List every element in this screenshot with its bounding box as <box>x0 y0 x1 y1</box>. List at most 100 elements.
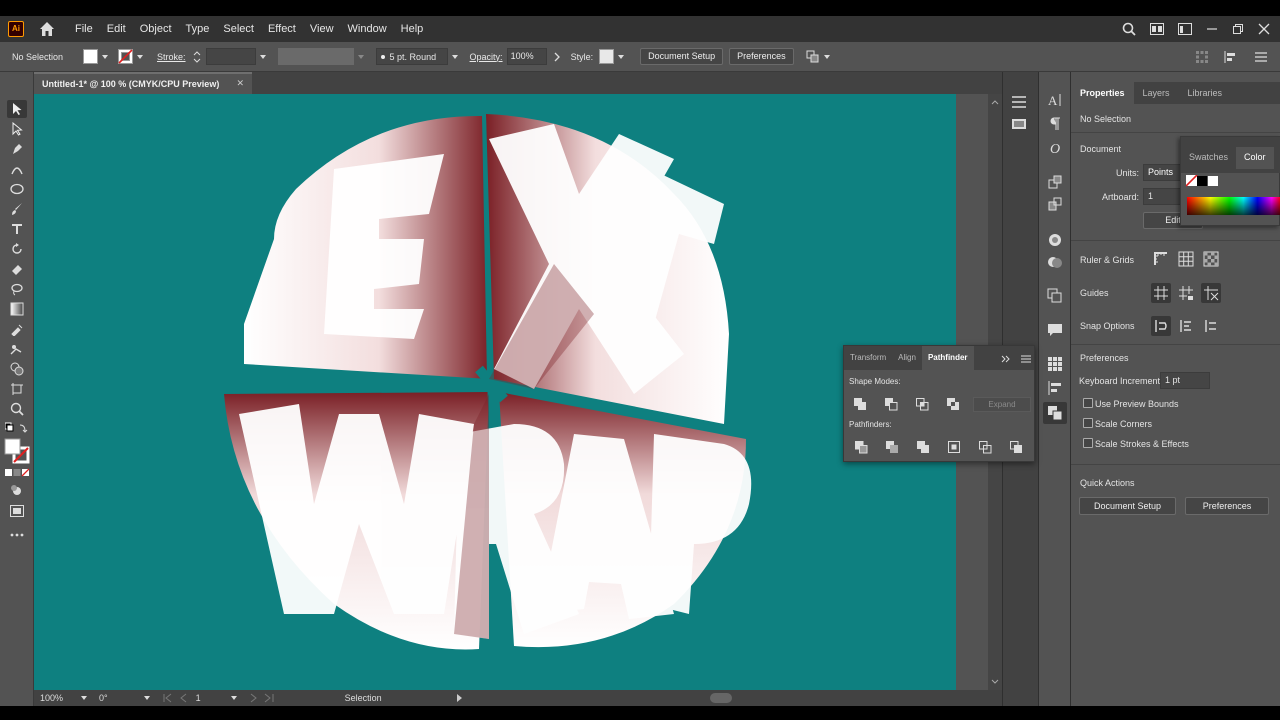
quick-preferences-button[interactable]: Preferences <box>1185 497 1269 515</box>
rotation-dropdown-icon[interactable] <box>143 696 150 700</box>
style-dropdown-icon[interactable] <box>618 54 625 59</box>
units-select[interactable]: Points <box>1143 164 1181 181</box>
graphic-styles-panel-icon[interactable] <box>1047 254 1063 270</box>
document-tab[interactable]: Untitled-1* @ 100 % (CMYK/CPU Preview) ✕ <box>34 72 252 94</box>
grid-panel-icon[interactable] <box>1047 356 1063 372</box>
show-guides-button[interactable] <box>1151 283 1171 303</box>
smart-guides-button[interactable] <box>1201 283 1221 303</box>
expand-button[interactable]: Expand <box>973 397 1031 412</box>
character-panel-icon[interactable]: A <box>1047 92 1063 108</box>
stroke-dropdown-icon[interactable] <box>137 54 144 59</box>
snap-to-point-button[interactable] <box>1151 316 1171 336</box>
curvature-tool[interactable] <box>7 160 27 178</box>
stroke-weight-dropdown-icon[interactable] <box>259 54 266 59</box>
status-arrow-icon[interactable] <box>456 694 464 702</box>
brush-definition[interactable]: 5 pt. Round <box>375 48 448 65</box>
grid-icon[interactable] <box>1178 251 1194 267</box>
fill-swatch[interactable] <box>83 49 99 64</box>
artboard-select[interactable]: 1 <box>1143 188 1181 205</box>
zoom-level[interactable]: 100% <box>40 693 63 703</box>
opentype-panel-icon[interactable]: O <box>1047 140 1063 156</box>
color-mode-buttons[interactable] <box>5 468 30 478</box>
snap-to-pixel-icon[interactable] <box>1178 318 1194 334</box>
restore-icon[interactable] <box>1232 23 1244 35</box>
stroke-none-swatch[interactable] <box>118 49 134 64</box>
panel-menu-lines-icon[interactable] <box>1011 94 1027 110</box>
default-colors-swap[interactable] <box>4 422 29 434</box>
shape-builder-tool[interactable] <box>7 360 27 378</box>
artboard-canvas[interactable] <box>34 94 956 690</box>
links-panel-icon[interactable] <box>1047 196 1063 212</box>
align-panel-icon[interactable] <box>1047 380 1063 396</box>
edit-toolbar-button[interactable] <box>7 526 27 544</box>
transparency-grid-icon[interactable] <box>1203 251 1219 267</box>
color-spectrum-bar[interactable] <box>1187 197 1280 215</box>
direct-selection-tool[interactable] <box>7 120 27 138</box>
prev-artboard-icon[interactable] <box>162 693 190 703</box>
color-fill-stroke-icons[interactable] <box>1186 175 1220 187</box>
brush-dropdown-icon[interactable] <box>451 54 458 59</box>
tab-layers[interactable]: Layers <box>1134 82 1179 104</box>
merge-icon[interactable] <box>916 440 930 454</box>
tab-libraries[interactable]: Libraries <box>1179 82 1232 104</box>
transform-panel-icon[interactable] <box>1047 174 1063 190</box>
tab-transform[interactable]: Transform <box>844 346 892 370</box>
variable-width-profile[interactable] <box>277 48 354 65</box>
horizontal-scroll-thumb[interactable] <box>710 693 732 703</box>
preferences-button[interactable]: Preferences <box>729 48 794 65</box>
menu-select[interactable]: Select <box>216 16 261 42</box>
opacity-field[interactable]: 100% <box>506 48 547 65</box>
lasso-tool[interactable] <box>7 280 27 298</box>
menu-type[interactable]: Type <box>179 16 217 42</box>
snap-to-glyph-icon[interactable] <box>1203 318 1219 334</box>
fill-dropdown-icon[interactable] <box>102 54 109 59</box>
panel-options-icon[interactable] <box>1021 355 1031 363</box>
crop-icon[interactable] <box>947 440 961 454</box>
stroke-weight-stepper[interactable] <box>192 50 202 64</box>
keyboard-increment-field[interactable]: 1 pt <box>1160 372 1210 389</box>
scale-strokes-checkbox[interactable] <box>1083 438 1093 448</box>
menu-file[interactable]: File <box>68 16 100 42</box>
fill-stroke-indicator[interactable] <box>4 438 30 464</box>
search-icon[interactable] <box>1122 22 1136 36</box>
rulers-icon[interactable] <box>1153 251 1169 267</box>
rotate-tool[interactable] <box>7 240 27 258</box>
menu-edit[interactable]: Edit <box>100 16 133 42</box>
divide-icon[interactable] <box>854 440 868 454</box>
tab-color[interactable]: Color <box>1236 147 1274 169</box>
artboards-panel-icon[interactable] <box>1011 116 1027 132</box>
pathfinder-panel-button[interactable] <box>1043 402 1067 424</box>
trim-icon[interactable] <box>885 440 899 454</box>
gradient-tool[interactable] <box>7 300 27 318</box>
menu-object[interactable]: Object <box>133 16 179 42</box>
align-left-icon[interactable] <box>1224 50 1238 63</box>
selection-tool[interactable] <box>7 100 27 118</box>
arrange-icon[interactable] <box>806 50 820 64</box>
home-icon[interactable] <box>38 20 56 38</box>
tab-swatches[interactable]: Swatches <box>1181 147 1236 169</box>
stroke-label[interactable]: Stroke: <box>157 52 186 62</box>
screen-mode-tool[interactable] <box>7 502 27 520</box>
ellipse-tool[interactable] <box>7 180 27 198</box>
artboard-number[interactable]: 1 <box>196 693 201 703</box>
graphic-style-swatch[interactable] <box>599 49 615 64</box>
text-wrap-artwork[interactable] <box>34 94 956 690</box>
close-tab-icon[interactable]: ✕ <box>236 78 244 89</box>
close-window-icon[interactable] <box>1258 23 1270 35</box>
stroke-weight-field[interactable] <box>205 48 256 65</box>
next-artboard-icon[interactable] <box>247 693 275 703</box>
lock-guides-icon[interactable] <box>1178 285 1194 301</box>
menu-window[interactable]: Window <box>341 16 394 42</box>
menu-help[interactable]: Help <box>394 16 431 42</box>
menu-view[interactable]: View <box>303 16 341 42</box>
minus-front-icon[interactable] <box>884 397 898 411</box>
artboard-dropdown-icon[interactable] <box>230 696 237 700</box>
paragraph-panel-icon[interactable] <box>1047 116 1063 132</box>
use-preview-bounds-checkbox[interactable] <box>1083 398 1093 408</box>
pen-tool[interactable] <box>7 140 27 158</box>
opacity-arrow-icon[interactable] <box>553 52 561 62</box>
panel-menu-icon[interactable] <box>1254 51 1268 63</box>
rotation-value[interactable]: 0° <box>99 693 108 703</box>
minus-back-icon[interactable] <box>1009 440 1023 454</box>
opacity-label[interactable]: Opacity: <box>470 52 503 62</box>
